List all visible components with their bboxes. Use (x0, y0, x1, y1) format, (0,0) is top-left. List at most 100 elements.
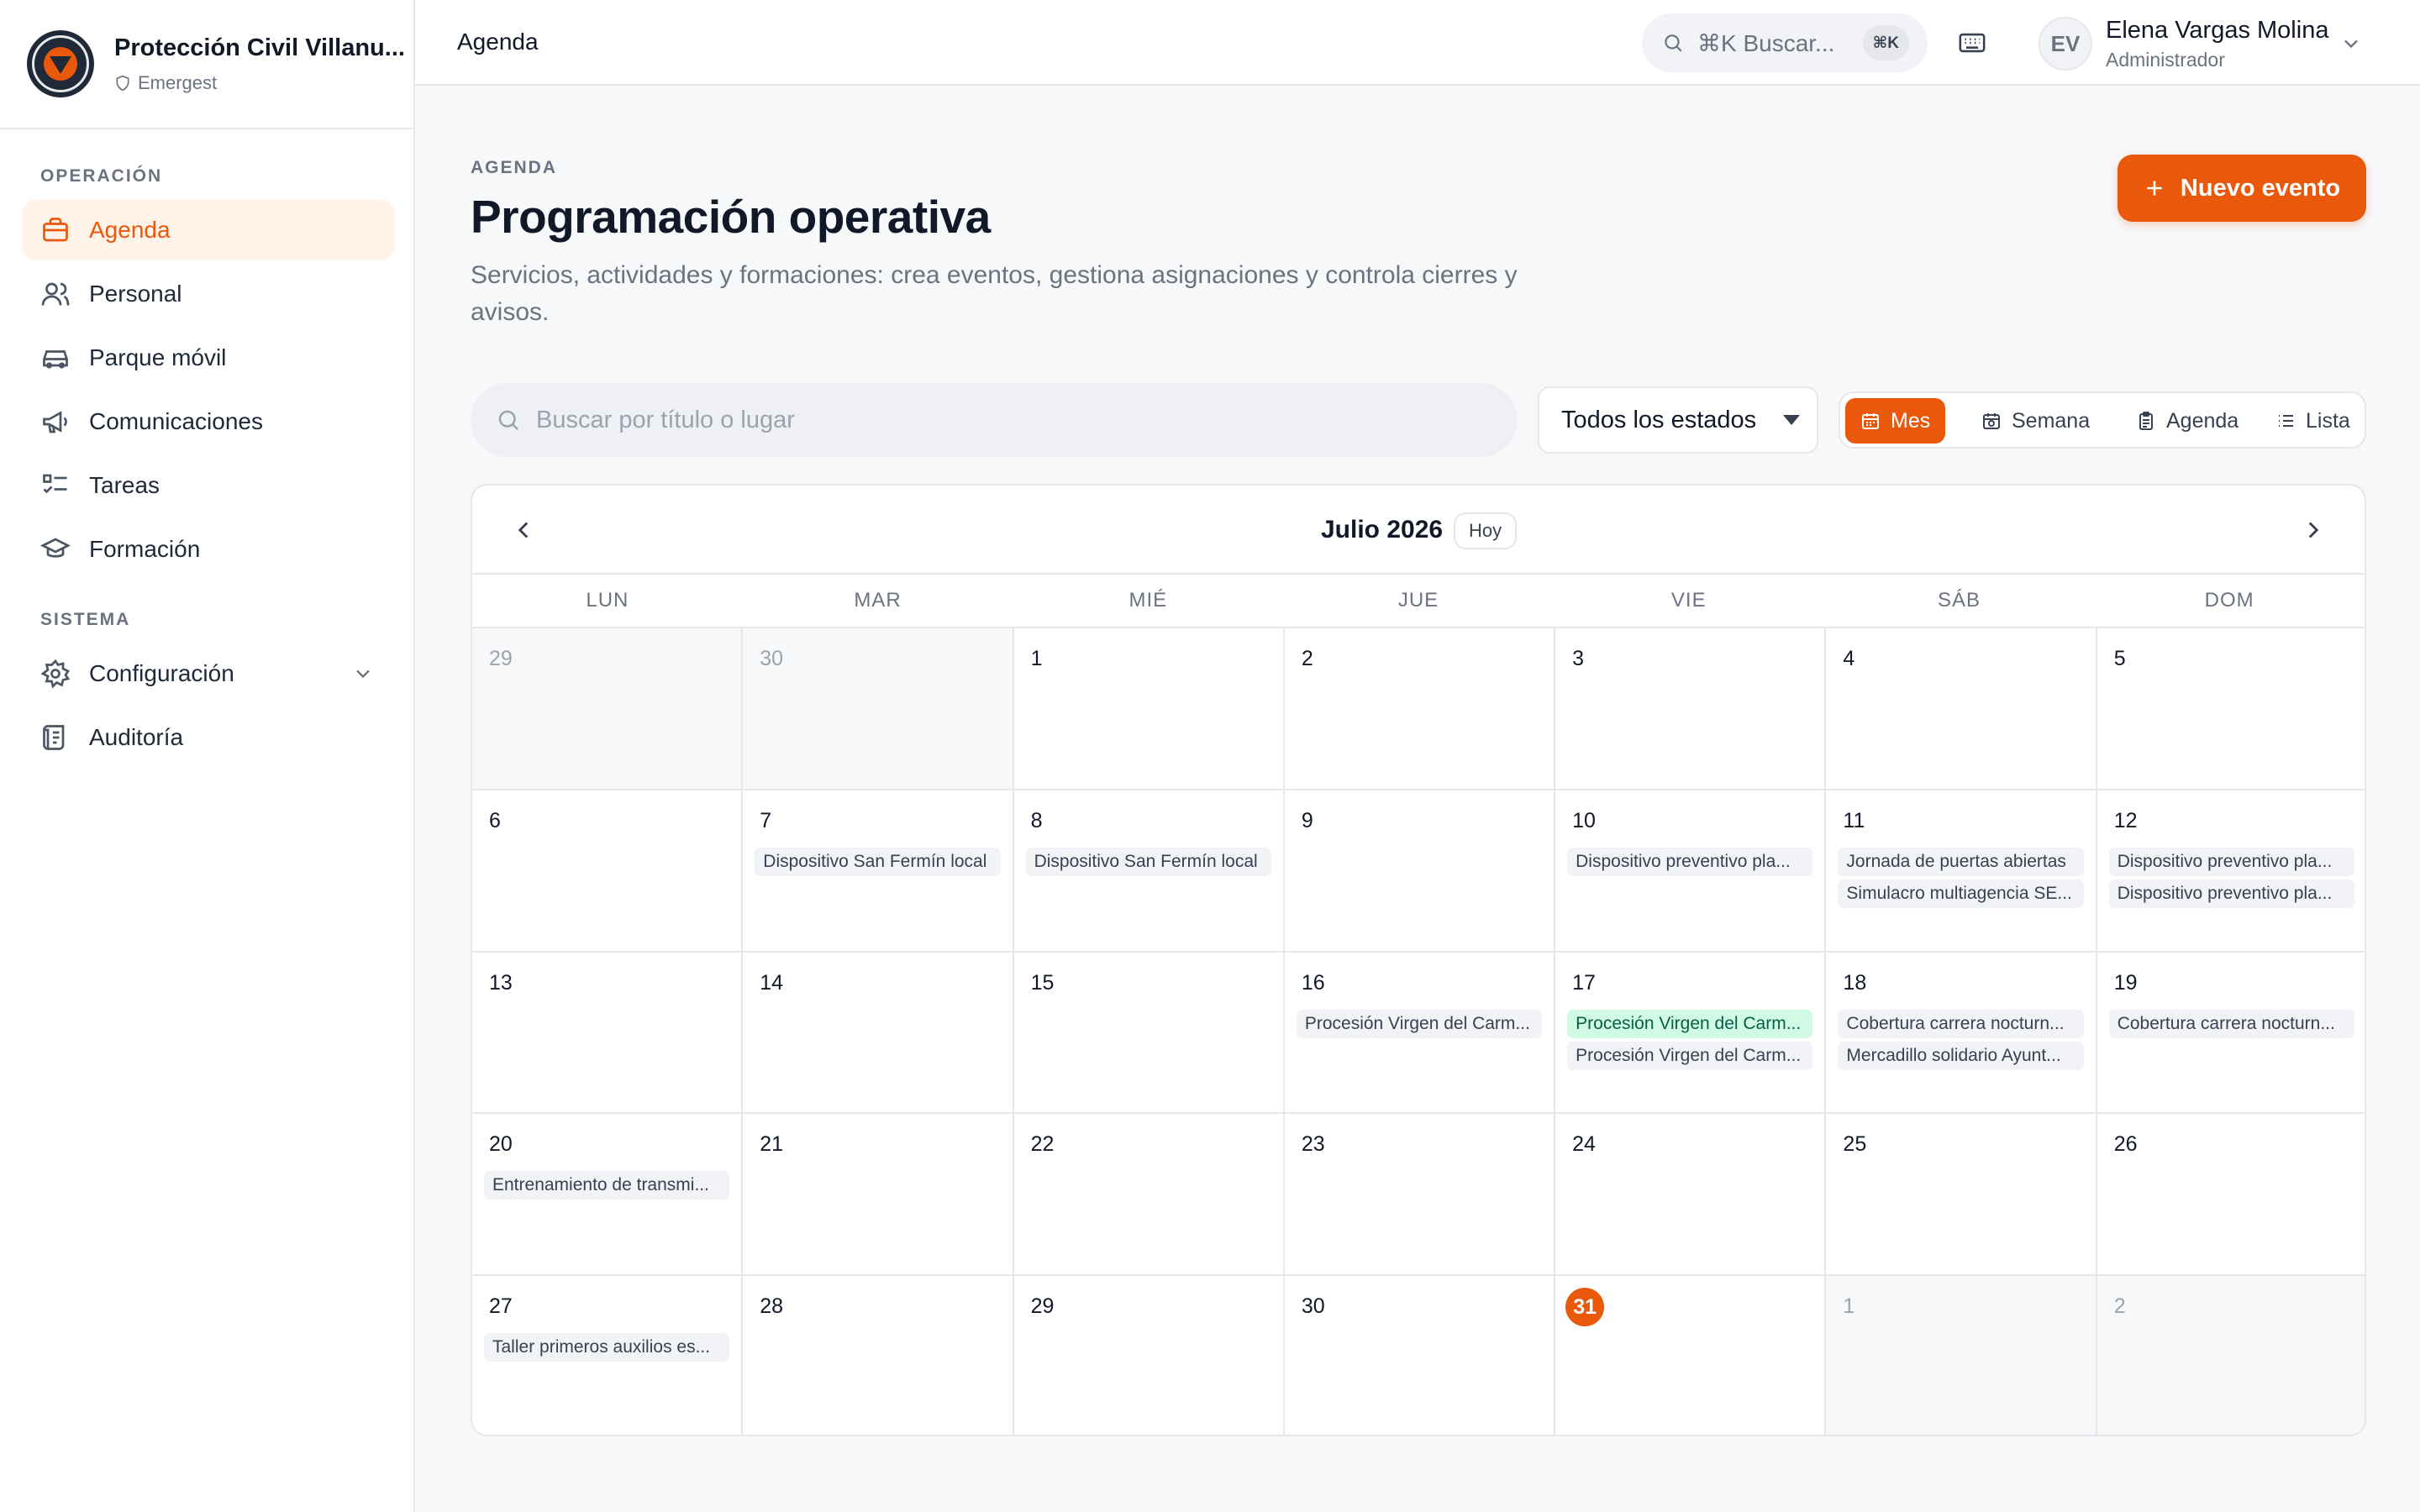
day-number: 15 (1030, 970, 1055, 995)
calendar-day-cell[interactable]: 22 (1013, 1114, 1285, 1277)
sidebar-item-agenda[interactable]: Agenda (22, 200, 395, 260)
weekday-label: DOM (2204, 589, 2254, 612)
day-number: 24 (1572, 1132, 1596, 1157)
calendar-event[interactable]: Dispositivo San Fermín local (1025, 847, 1271, 876)
calendar-day-cell[interactable]: 11 Jornada de puertas abiertas Simulacro m… (1826, 790, 2097, 953)
kbd-shortcut: ⌘K (1862, 25, 1909, 60)
quick-search-button[interactable]: ⌘K Buscar... ⌘K (1642, 13, 1928, 72)
calendar-day-cell[interactable]: 10 Dispositivo preventivo pla... (1555, 790, 1827, 953)
search-icon (1665, 34, 1682, 52)
chevron-left-icon[interactable] (509, 516, 538, 544)
calendar-day-cell[interactable]: 31 (1555, 1276, 1827, 1435)
calendar-day-cell[interactable]: 19 Cobertura carrera nocturn... (2096, 953, 2365, 1115)
calendar-day-cell[interactable]: 18 Cobertura carrera nocturn... Mercadillo… (1826, 952, 2097, 1115)
sidebar-item-configuracion[interactable]: Configuración (22, 643, 395, 704)
nav-section-sistema: SISTEMA (40, 610, 131, 629)
calendar-day-cell[interactable]: 21 (743, 1114, 1014, 1277)
chevron-down-icon[interactable] (2339, 32, 2363, 55)
day-number: 2 (1301, 647, 1313, 670)
calendar-event[interactable]: Dispositivo preventivo pla... (2108, 879, 2354, 908)
calendar-day-cell[interactable]: 17 Procesión Virgen del Carm... Procesión … (1555, 952, 1827, 1115)
sidebar-item-auditoria[interactable]: Auditoría (22, 707, 395, 768)
calendar-day-cell[interactable]: 3 (1555, 628, 1827, 790)
weekday-label: JUE (1397, 589, 1439, 612)
calendar-day-cell[interactable]: 30 (743, 628, 1014, 790)
day-number: 29 (489, 647, 513, 670)
calendar-day-cell[interactable]: 24 (1555, 1114, 1827, 1277)
calendar-event[interactable]: Mercadillo solidario Ayunt... (1838, 1041, 2084, 1070)
calendar-day-cell[interactable]: 30 (1285, 1276, 1556, 1435)
calendar-event[interactable]: Cobertura carrera nocturn... (2108, 1009, 2354, 1038)
calendar-day-cell[interactable]: 8 Dispositivo San Fermín local (1013, 790, 1285, 953)
sidebar-item-comunicaciones[interactable]: Comunicaciones (22, 391, 395, 452)
sidebar-item-personal[interactable]: Personal (22, 264, 395, 324)
calendar-day-cell[interactable]: 15 (1013, 952, 1285, 1115)
calendar-day-cell[interactable]: 20 Entrenamiento de transmi... (472, 1114, 744, 1277)
status-select[interactable]: Todos los estados (1538, 386, 1818, 454)
chevron-down-icon[interactable] (351, 662, 375, 685)
avatar[interactable]: EV (2039, 17, 2092, 71)
brand-logo (27, 30, 94, 97)
calendar-day-cell[interactable]: 1 (1826, 1276, 2097, 1435)
calendar-event[interactable]: Entrenamiento de transmi... (484, 1171, 730, 1200)
day-number: 8 (1030, 808, 1043, 832)
calendar-event[interactable]: Cobertura carrera nocturn... (1838, 1009, 2084, 1038)
calendar-day-cell[interactable]: 1 (1013, 628, 1285, 790)
chevron-right-icon[interactable] (2299, 516, 2328, 544)
calendar-day-cell[interactable]: 25 (1826, 1114, 2097, 1277)
keyboard-icon[interactable] (1958, 29, 1986, 57)
today-button[interactable]: Hoy (1454, 512, 1518, 549)
brand[interactable]: Protección Civil Villanu... Emergest (0, 0, 413, 129)
calendar-event[interactable]: Procesión Virgen del Carm... (1296, 1009, 1543, 1038)
calendar-day-cell[interactable]: 9 (1284, 790, 1556, 953)
briefcase-icon (43, 218, 68, 242)
calendar-day-cell[interactable]: 29 (472, 628, 744, 790)
calendar-day-cell[interactable]: 6 (472, 790, 744, 953)
calendar-day-cell[interactable]: 23 (1284, 1114, 1556, 1277)
sidebar-item-parque-movil[interactable]: Parque móvil (22, 328, 395, 388)
day-number: 13 (489, 970, 513, 995)
sidebar-item-formacion[interactable]: Formación (22, 519, 395, 580)
weekday-label: VIE (1670, 589, 1707, 612)
calendar-event[interactable]: Dispositivo San Fermín local (755, 847, 1001, 876)
view-list-button[interactable]: Lista (2260, 398, 2365, 444)
user-name[interactable]: Elena Vargas Molina (2106, 17, 2328, 45)
calendar-day-cell[interactable]: 7 Dispositivo San Fermín local (743, 790, 1014, 953)
calendar-event[interactable]: Taller primeros auxilios es... (484, 1333, 730, 1362)
event-search[interactable] (471, 383, 1518, 457)
calendar-day-cell[interactable]: 28 (743, 1276, 1014, 1435)
event-search-input[interactable] (536, 406, 1460, 434)
calendar-day-cell[interactable]: 27 Taller primeros auxilios es... (472, 1276, 744, 1435)
page-title: Programación operativa (471, 191, 991, 243)
calendar-day-cell[interactable]: 16 Procesión Virgen del Carm... (1284, 952, 1556, 1115)
calendar-day-cell[interactable]: 13 (472, 952, 744, 1115)
sidebar-item-tareas[interactable]: Tareas (22, 455, 395, 516)
calendar-event[interactable]: Jornada de puertas abiertas (1838, 847, 2084, 876)
day-number: 1 (1843, 1294, 1855, 1319)
view-agenda-button[interactable]: Agenda (2121, 398, 2254, 444)
new-event-button[interactable]: Nuevo evento (2118, 155, 2366, 222)
quick-search-label: ⌘K Buscar... (1697, 29, 1835, 56)
calendar-event[interactable]: Simulacro multiagencia SE... (1838, 879, 2084, 908)
view-month-button[interactable]: Mes (1845, 398, 1946, 444)
calendar-event[interactable]: Dispositivo preventivo pla... (1567, 847, 1813, 876)
calendar-event[interactable]: Procesión Virgen del Carm... (1567, 1041, 1813, 1070)
calendar-event[interactable]: Procesión Virgen del Carm... (1567, 1009, 1813, 1038)
calendar-day-cell[interactable]: 14 (743, 952, 1014, 1115)
view-week-button[interactable]: Semana (1966, 398, 2105, 444)
list-icon (2279, 415, 2293, 427)
user-role: Administrador (2106, 49, 2225, 71)
calendar-day-cell[interactable]: 4 (1826, 628, 2097, 790)
calendar-day-cell[interactable]: 26 (2096, 1114, 2365, 1277)
calendar-day-cell[interactable]: 2 (1284, 628, 1556, 790)
calendar-day-cell[interactable]: 5 (2096, 628, 2365, 790)
sidebar-item-label: Comunicaciones (89, 408, 263, 434)
view-week-label: Semana (2012, 408, 2091, 433)
calendar-day-cell[interactable]: 29 (1014, 1276, 1285, 1435)
view-month-label: Mes (1891, 408, 1931, 433)
calendar-event[interactable]: Dispositivo preventivo pla... (2108, 847, 2354, 876)
sidebar-item-label: Auditoría (89, 724, 184, 750)
calendar-day-cell[interactable]: 12 Dispositivo preventivo pla... Dispositi… (2096, 790, 2365, 953)
calendar-day-cell[interactable]: 2 (2096, 1276, 2365, 1435)
day-number: 25 (1843, 1132, 1867, 1157)
